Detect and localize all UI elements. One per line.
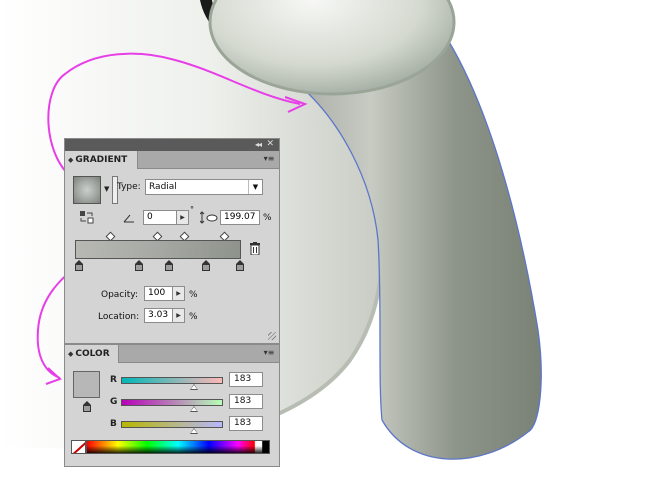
color-spectrum-bar[interactable]	[86, 440, 270, 454]
none-color-icon[interactable]	[71, 440, 86, 454]
channel-input-r[interactable]: 183	[229, 372, 263, 387]
channel-label-r: R	[110, 375, 117, 385]
chevron-down-icon[interactable]: ▼	[104, 185, 109, 193]
channel-input-b[interactable]: 183	[229, 416, 263, 431]
gradient-stop-body	[202, 264, 210, 271]
channel-label-g: G	[110, 397, 118, 407]
location-label: Location:	[98, 312, 140, 322]
tab-color[interactable]: ◆ COLOR	[65, 345, 119, 363]
color-panel: ◆ COLOR ▾≡ R 183 G 183 B 183	[64, 344, 280, 467]
color-tabstrip: ◆ COLOR ▾≡	[65, 345, 279, 363]
location-stepper[interactable]: ▶	[173, 308, 185, 323]
gradient-preview-swatch[interactable]	[73, 176, 101, 204]
location-input[interactable]: 3.03	[144, 308, 173, 323]
channel-input-g[interactable]: 183	[229, 394, 263, 409]
degree-symbol: °	[190, 205, 194, 214]
gradient-stop[interactable]	[236, 260, 244, 272]
expand-toggle-icon[interactable]: ◆	[68, 350, 73, 358]
opacity-stepper[interactable]: ▶	[173, 286, 185, 301]
aspect-ratio-icon	[200, 211, 218, 224]
channel-slider-b[interactable]	[121, 421, 223, 428]
location-unit: %	[189, 312, 198, 322]
gradient-stop-indicator	[83, 401, 91, 412]
close-icon[interactable]: ✕	[266, 139, 274, 150]
swap-icon[interactable]	[79, 210, 95, 224]
chevron-down-icon[interactable]: ▼	[248, 180, 262, 194]
gradient-tabstrip: ◆ GRADIENT ▾≡	[65, 151, 279, 169]
gradient-stop[interactable]	[135, 260, 143, 272]
gradient-slider[interactable]	[75, 240, 241, 259]
panel-menu-icon[interactable]: ▾≡	[263, 348, 275, 358]
tab-color-label: COLOR	[75, 349, 110, 359]
opacity-unit: %	[189, 290, 198, 300]
panel-menu-icon[interactable]: ▾≡	[263, 154, 275, 164]
trash-icon[interactable]	[250, 242, 260, 255]
aspect-unit: %	[263, 213, 272, 223]
gradient-stop-body	[165, 264, 173, 271]
channel-thumb-r[interactable]	[190, 384, 199, 390]
panel-title-bar[interactable]: ◂◂ ✕	[65, 139, 279, 151]
channel-thumb-b[interactable]	[190, 428, 199, 434]
channel-slider-g[interactable]	[121, 399, 223, 406]
channel-label-b: B	[110, 419, 117, 429]
expand-toggle-icon[interactable]: ◆	[68, 156, 73, 164]
aspect-ratio-input[interactable]: 199.07	[220, 210, 260, 225]
tab-gradient-label: GRADIENT	[75, 155, 128, 165]
gradient-stop[interactable]	[202, 260, 210, 272]
resize-grip-icon[interactable]	[268, 332, 276, 340]
gradient-stop-body	[75, 264, 83, 271]
tab-gradient[interactable]: ◆ GRADIENT	[65, 151, 138, 169]
type-label: Type:	[117, 182, 141, 192]
type-select[interactable]: Radial ▼	[145, 179, 263, 195]
angle-stepper[interactable]: ▶	[177, 210, 189, 225]
type-select-value: Radial	[149, 182, 177, 192]
gradient-stop[interactable]	[165, 260, 173, 272]
collapse-icon[interactable]: ◂◂	[255, 140, 262, 150]
opacity-input[interactable]: 100	[144, 286, 173, 301]
fill-color-swatch[interactable]	[73, 371, 100, 398]
angle-icon	[123, 214, 134, 223]
gradient-panel: ◂◂ ✕ ◆ GRADIENT ▾≡ ▼ Type: Radial ▼ 0 ▶ °…	[64, 138, 280, 344]
gradient-stop-body	[236, 264, 244, 271]
gradient-stop[interactable]	[75, 260, 83, 272]
channel-slider-r[interactable]	[121, 377, 223, 384]
channel-thumb-g[interactable]	[190, 406, 199, 412]
angle-input[interactable]: 0	[143, 210, 177, 225]
gradient-stop-body	[135, 264, 143, 271]
opacity-label: Opacity:	[101, 290, 138, 300]
